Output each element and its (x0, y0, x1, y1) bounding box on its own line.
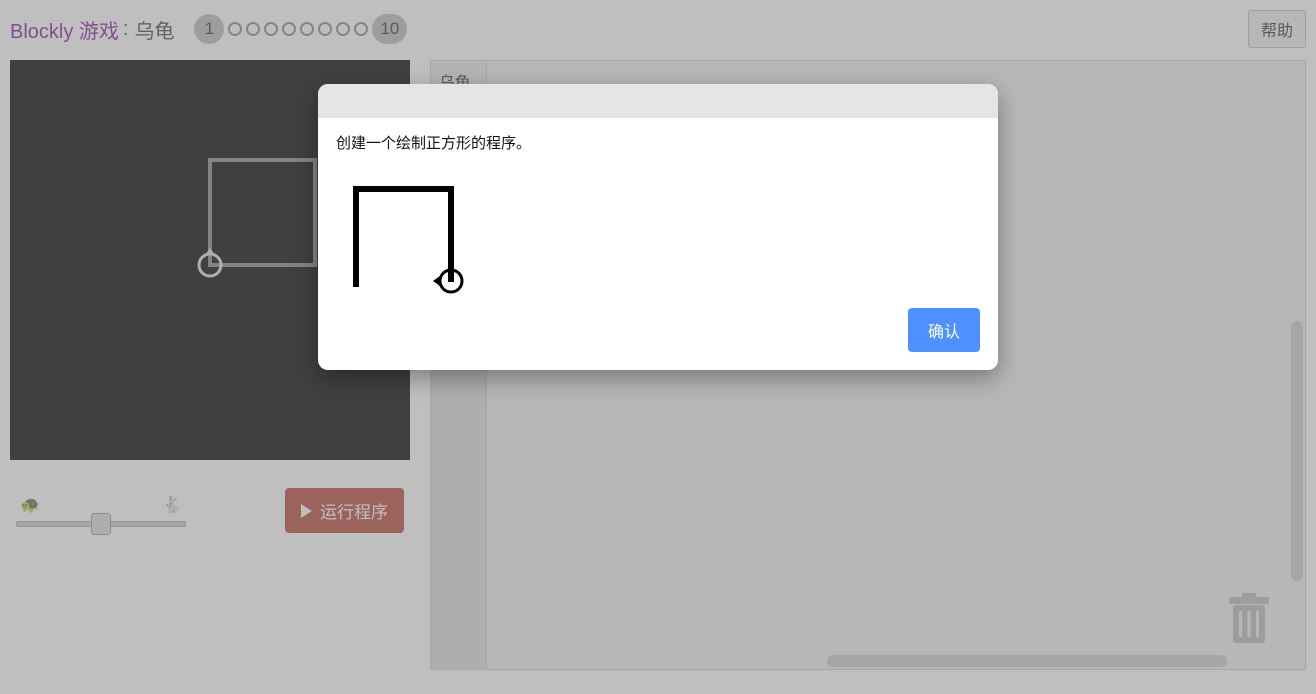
ok-button[interactable]: 确认 (908, 308, 980, 352)
dialog-body: 创建一个绘制正方形的程序。 确认 (318, 118, 998, 370)
dialog-figure (336, 169, 980, 304)
dialog-actions: 确认 (336, 308, 980, 352)
modal-overlay: 创建一个绘制正方形的程序。 确认 (0, 0, 1316, 694)
dialog-titlebar[interactable] (318, 84, 998, 118)
instruction-dialog: 创建一个绘制正方形的程序。 确认 (318, 84, 998, 370)
dialog-message: 创建一个绘制正方形的程序。 (336, 132, 980, 153)
